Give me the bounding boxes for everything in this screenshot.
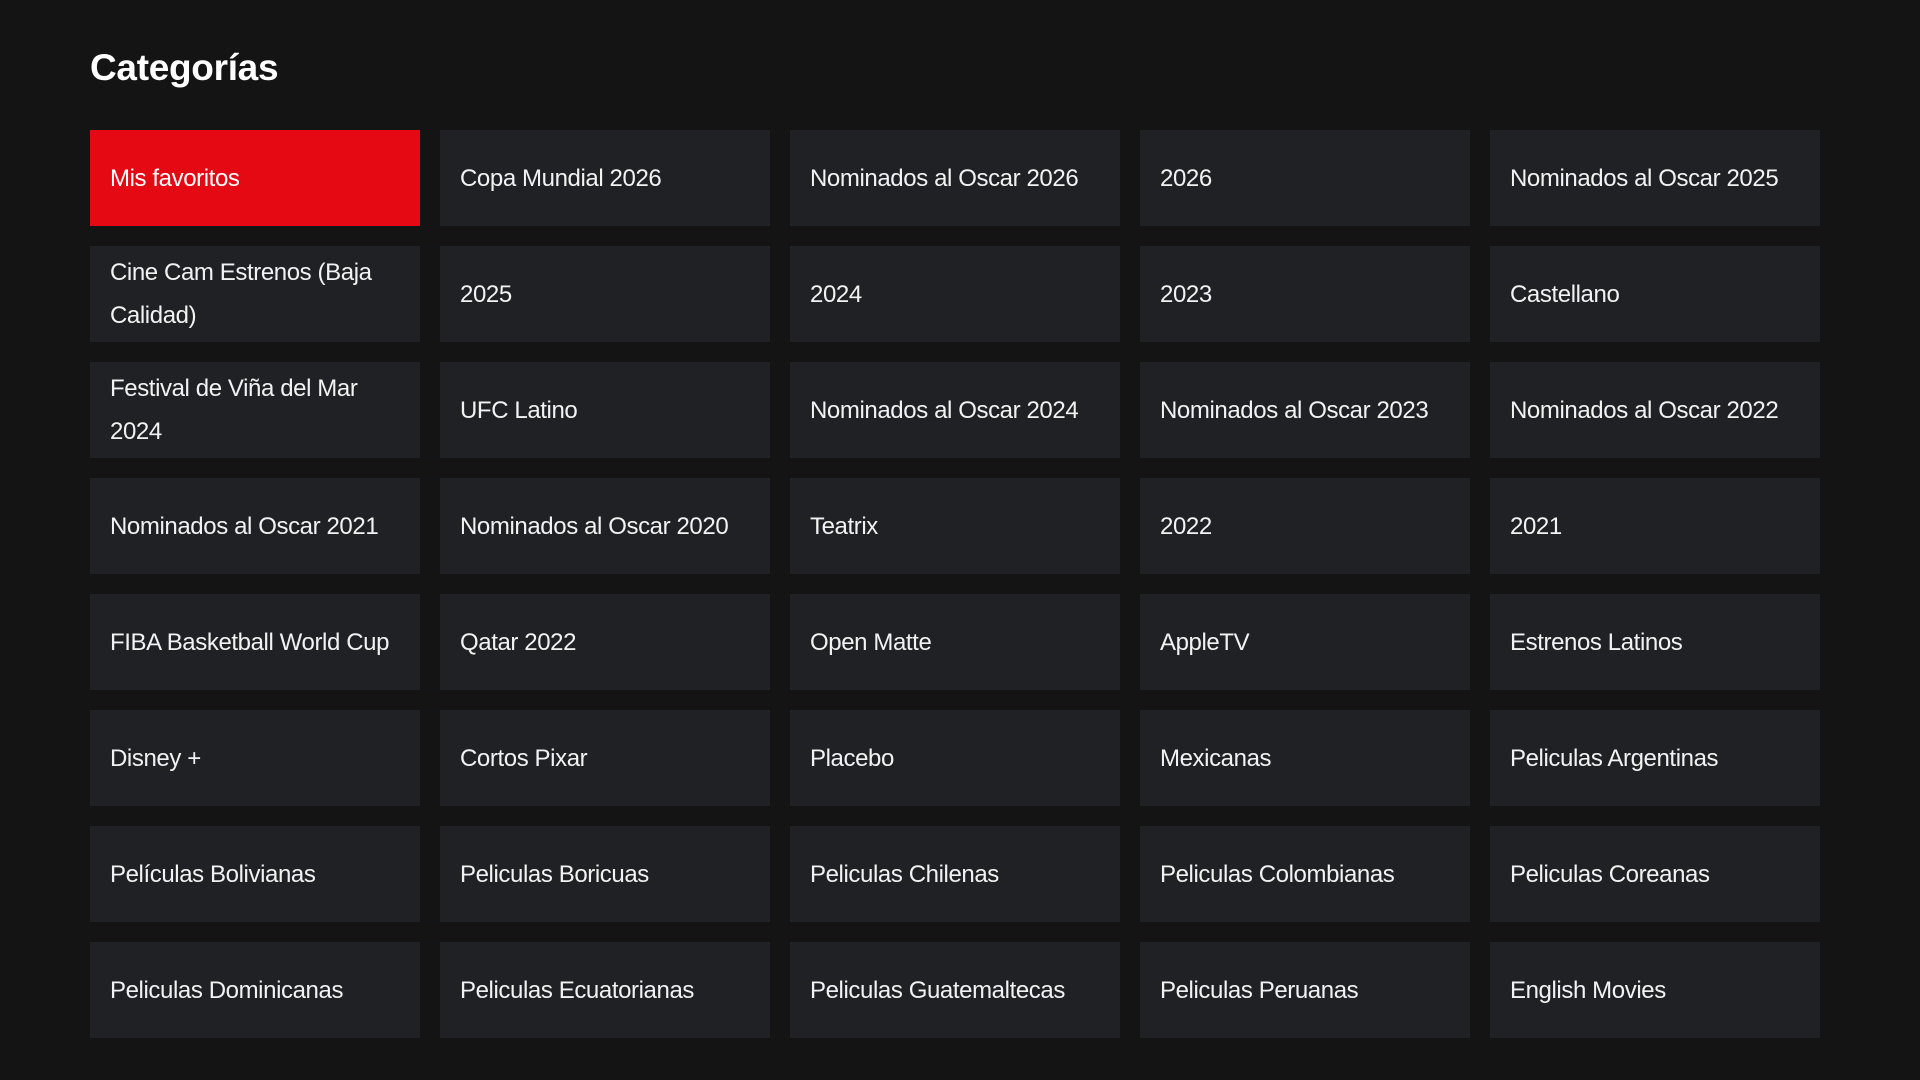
category-tile[interactable]: Open Matte	[790, 594, 1120, 690]
category-tile[interactable]: Qatar 2022	[440, 594, 770, 690]
category-tile[interactable]: Películas Bolivianas	[90, 826, 420, 922]
category-label: Nominados al Oscar 2023	[1160, 396, 1429, 424]
category-tile[interactable]: Peliculas Peruanas	[1140, 942, 1470, 1038]
category-tile[interactable]: Peliculas Guatemaltecas	[790, 942, 1120, 1038]
category-tile[interactable]: Placebo	[790, 710, 1120, 806]
category-tile[interactable]: 2021	[1490, 478, 1820, 574]
category-tile[interactable]: AppleTV	[1140, 594, 1470, 690]
category-label: 2023	[1160, 280, 1212, 308]
category-tile[interactable]: Nominados al Oscar 2020	[440, 478, 770, 574]
category-tile[interactable]: Peliculas Boricuas	[440, 826, 770, 922]
category-label: Peliculas Boricuas	[460, 860, 649, 888]
category-tile[interactable]: Peliculas Colombianas	[1140, 826, 1470, 922]
category-label: Estrenos Latinos	[1510, 628, 1683, 656]
category-label: Nominados al Oscar 2022	[1510, 396, 1779, 424]
category-label: Nominados al Oscar 2021	[110, 512, 379, 540]
category-label: 2024	[810, 280, 862, 308]
category-tile[interactable]: Disney +	[90, 710, 420, 806]
category-tile[interactable]: Estrenos Latinos	[1490, 594, 1820, 690]
category-label: 2021	[1510, 512, 1562, 540]
category-label: Nominados al Oscar 2020	[460, 512, 729, 540]
category-tile[interactable]: Cortos Pixar	[440, 710, 770, 806]
category-tile[interactable]: Nominados al Oscar 2025	[1490, 130, 1820, 226]
category-label: UFC Latino	[460, 396, 578, 424]
category-tile[interactable]: 2025	[440, 246, 770, 342]
category-label: AppleTV	[1160, 628, 1250, 656]
category-label: English Movies	[1510, 976, 1666, 1004]
category-label: Mis favoritos	[110, 164, 240, 192]
category-label: 2022	[1160, 512, 1212, 540]
category-tile[interactable]: Nominados al Oscar 2022	[1490, 362, 1820, 458]
category-tile[interactable]: Peliculas Argentinas	[1490, 710, 1820, 806]
category-tile[interactable]: 2022	[1140, 478, 1470, 574]
category-label: Peliculas Coreanas	[1510, 860, 1710, 888]
category-label: 2026	[1160, 164, 1212, 192]
category-tile[interactable]: Peliculas Chilenas	[790, 826, 1120, 922]
category-tile[interactable]: Nominados al Oscar 2023	[1140, 362, 1470, 458]
category-label: Peliculas Colombianas	[1160, 860, 1395, 888]
category-tile[interactable]: Nominados al Oscar 2026	[790, 130, 1120, 226]
category-tile[interactable]: UFC Latino	[440, 362, 770, 458]
category-tile[interactable]: Teatrix	[790, 478, 1120, 574]
categories-page: Categorías Mis favoritos Copa Mundial 202…	[0, 0, 1920, 1080]
category-tile[interactable]: 2024	[790, 246, 1120, 342]
page-title: Categorías	[90, 47, 279, 88]
category-grid: Mis favoritos Copa Mundial 2026 Nominados …	[90, 130, 1820, 1038]
category-label: Peliculas Ecuatorianas	[460, 976, 695, 1004]
category-label: Peliculas Dominicanas	[110, 976, 344, 1004]
category-label: Peliculas Peruanas	[1160, 976, 1359, 1004]
category-tile[interactable]: Nominados al Oscar 2021	[90, 478, 420, 574]
category-tile[interactable]: English Movies	[1490, 942, 1820, 1038]
category-label: Películas Bolivianas	[110, 860, 316, 888]
category-tile[interactable]: 2026	[1140, 130, 1470, 226]
category-label: Copa Mundial 2026	[460, 164, 662, 192]
category-tile[interactable]: Peliculas Dominicanas	[90, 942, 420, 1038]
category-label: Cine Cam Estrenos (Baja Calidad)	[110, 259, 372, 329]
category-label: Castellano	[1510, 280, 1620, 308]
category-tile[interactable]: Castellano	[1490, 246, 1820, 342]
category-tile[interactable]: FIBA Basketball World Cup	[90, 594, 420, 690]
category-label: Cortos Pixar	[460, 744, 588, 772]
category-tile[interactable]: 2023	[1140, 246, 1470, 342]
category-tile[interactable]: Cine Cam Estrenos (Baja Calidad)	[90, 246, 420, 342]
category-label: Festival de Viña del Mar 2024	[110, 375, 358, 445]
category-label: Peliculas Argentinas	[1510, 744, 1719, 772]
category-tile[interactable]: Copa Mundial 2026	[440, 130, 770, 226]
category-label: FIBA Basketball World Cup	[110, 628, 390, 656]
category-tile[interactable]: Festival de Viña del Mar 2024	[90, 362, 420, 458]
category-tile[interactable]: Mis favoritos	[90, 130, 420, 226]
category-label: Peliculas Guatemaltecas	[810, 976, 1065, 1004]
category-label: 2025	[460, 280, 512, 308]
category-label: Mexicanas	[1160, 744, 1272, 772]
category-tile[interactable]: Peliculas Ecuatorianas	[440, 942, 770, 1038]
category-tile[interactable]: Mexicanas	[1140, 710, 1470, 806]
category-label: Qatar 2022	[460, 628, 577, 656]
category-label: Teatrix	[810, 512, 878, 540]
category-label: Open Matte	[810, 628, 932, 656]
category-label: Nominados al Oscar 2024	[810, 396, 1079, 424]
category-tile[interactable]: Peliculas Coreanas	[1490, 826, 1820, 922]
category-label: Nominados al Oscar 2025	[1510, 164, 1779, 192]
category-label: Placebo	[810, 744, 894, 772]
category-label: Nominados al Oscar 2026	[810, 164, 1079, 192]
category-label: Peliculas Chilenas	[810, 860, 999, 888]
category-tile[interactable]: Nominados al Oscar 2024	[790, 362, 1120, 458]
category-label: Disney +	[110, 744, 201, 772]
